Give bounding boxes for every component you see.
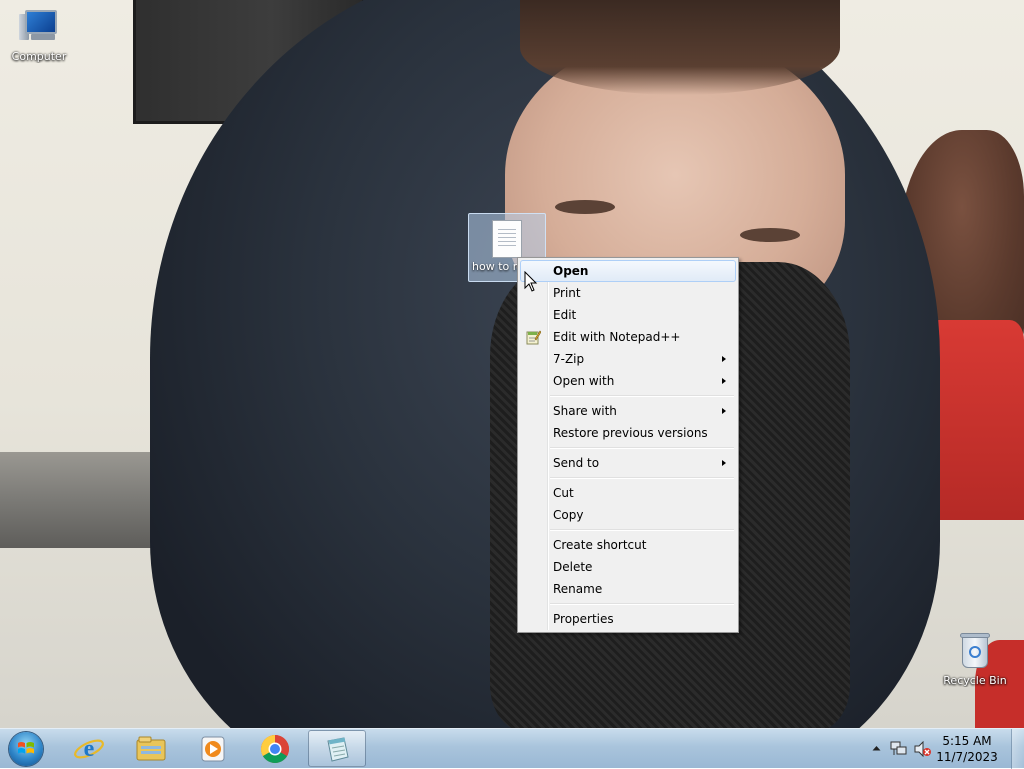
menu-item-create-shortcut[interactable]: Create shortcut <box>520 534 736 556</box>
wallpaper-eye-right <box>740 228 800 242</box>
menu-item-label: Properties <box>553 612 614 626</box>
start-button[interactable] <box>6 730 46 768</box>
svg-text:e: e <box>84 736 95 762</box>
menu-item-label: Open <box>553 264 589 278</box>
desktop-icon-recycle-bin[interactable]: Recycle Bin <box>937 632 1013 687</box>
menu-item-restore-previous-versions[interactable]: Restore previous versions <box>520 422 736 444</box>
menu-item-delete[interactable]: Delete <box>520 556 736 578</box>
menu-item-open[interactable]: Open <box>520 260 736 282</box>
taskbar-notepad[interactable] <box>308 730 366 767</box>
menu-item-label: Rename <box>553 582 603 596</box>
menu-separator <box>550 477 734 479</box>
menu-item-share-with[interactable]: Share with <box>520 400 736 422</box>
network-icon[interactable] <box>890 741 908 757</box>
wallpaper-eye-left <box>555 200 615 214</box>
menu-item-cut[interactable]: Cut <box>520 482 736 504</box>
chrome-icon <box>261 735 289 763</box>
desktop[interactable]: Computer how to m Recycle Bin Open Print… <box>0 0 1024 728</box>
show-hidden-icons-icon[interactable] <box>872 745 881 751</box>
menu-item-label: Edit with Notepad++ <box>553 330 681 344</box>
menu-item-print[interactable]: Print <box>520 282 736 304</box>
menu-item-label: Print <box>553 286 581 300</box>
menu-separator <box>550 395 734 397</box>
menu-item-send-to[interactable]: Send to <box>520 452 736 474</box>
menu-separator <box>550 447 734 449</box>
taskbar-media-player[interactable] <box>184 730 242 767</box>
menu-item-copy[interactable]: Copy <box>520 504 736 526</box>
context-menu: Open Print Edit Edit with Notepad++ 7-Zi… <box>517 257 739 633</box>
submenu-arrow-icon <box>722 408 726 414</box>
menu-item-edit[interactable]: Edit <box>520 304 736 326</box>
taskbar: e 5:15 AM 11/7/2023 <box>0 728 1024 769</box>
desktop-icon-computer[interactable]: Computer <box>1 8 77 63</box>
menu-item-label: Create shortcut <box>553 538 647 552</box>
menu-item-label: Open with <box>553 374 615 388</box>
mouse-cursor-icon <box>524 271 538 292</box>
system-tray: 5:15 AM 11/7/2023 <box>864 729 1024 769</box>
clock-date: 11/7/2023 <box>936 750 998 764</box>
menu-item-edit-with-notepad-plus-plus[interactable]: Edit with Notepad++ <box>520 326 736 348</box>
menu-item-7-zip[interactable]: 7-Zip <box>520 348 736 370</box>
media-player-icon <box>201 736 225 762</box>
taskbar-internet-explorer[interactable]: e <box>60 730 118 767</box>
computer-icon <box>17 8 61 48</box>
menu-item-label: Copy <box>553 508 584 522</box>
wallpaper-hair <box>520 0 840 95</box>
menu-item-open-with[interactable]: Open with <box>520 370 736 392</box>
submenu-arrow-icon <box>722 356 726 362</box>
internet-explorer-icon: e <box>74 736 104 762</box>
menu-item-label: Restore previous versions <box>553 426 708 440</box>
desktop-icon-label: Computer <box>11 50 67 63</box>
menu-item-rename[interactable]: Rename <box>520 578 736 600</box>
submenu-arrow-icon <box>722 460 726 466</box>
submenu-arrow-icon <box>722 378 726 384</box>
menu-item-label: Share with <box>553 404 617 418</box>
clock[interactable]: 5:15 AM 11/7/2023 <box>932 733 1002 765</box>
menu-separator <box>550 603 734 605</box>
menu-item-properties[interactable]: Properties <box>520 608 736 630</box>
notepad-icon <box>327 737 349 762</box>
notepad-plus-plus-icon <box>526 330 541 345</box>
menu-item-label: Cut <box>553 486 574 500</box>
menu-item-label: Edit <box>553 308 577 322</box>
text-file-icon <box>492 220 522 258</box>
volume-muted-icon[interactable] <box>914 741 932 757</box>
taskbar-chrome[interactable] <box>246 730 304 767</box>
show-desktop-button[interactable] <box>1011 729 1024 769</box>
menu-separator <box>550 529 734 531</box>
taskbar-file-explorer[interactable] <box>122 730 180 767</box>
windows-logo-icon <box>18 742 34 754</box>
menu-item-label: Send to <box>553 456 600 470</box>
menu-item-label: Delete <box>553 560 593 574</box>
file-explorer-icon <box>136 736 166 761</box>
recycle-bin-icon <box>958 632 992 670</box>
menu-item-label: 7-Zip <box>553 352 585 366</box>
desktop-icon-label: Recycle Bin <box>943 674 1007 687</box>
clock-time: 5:15 AM <box>942 734 992 748</box>
